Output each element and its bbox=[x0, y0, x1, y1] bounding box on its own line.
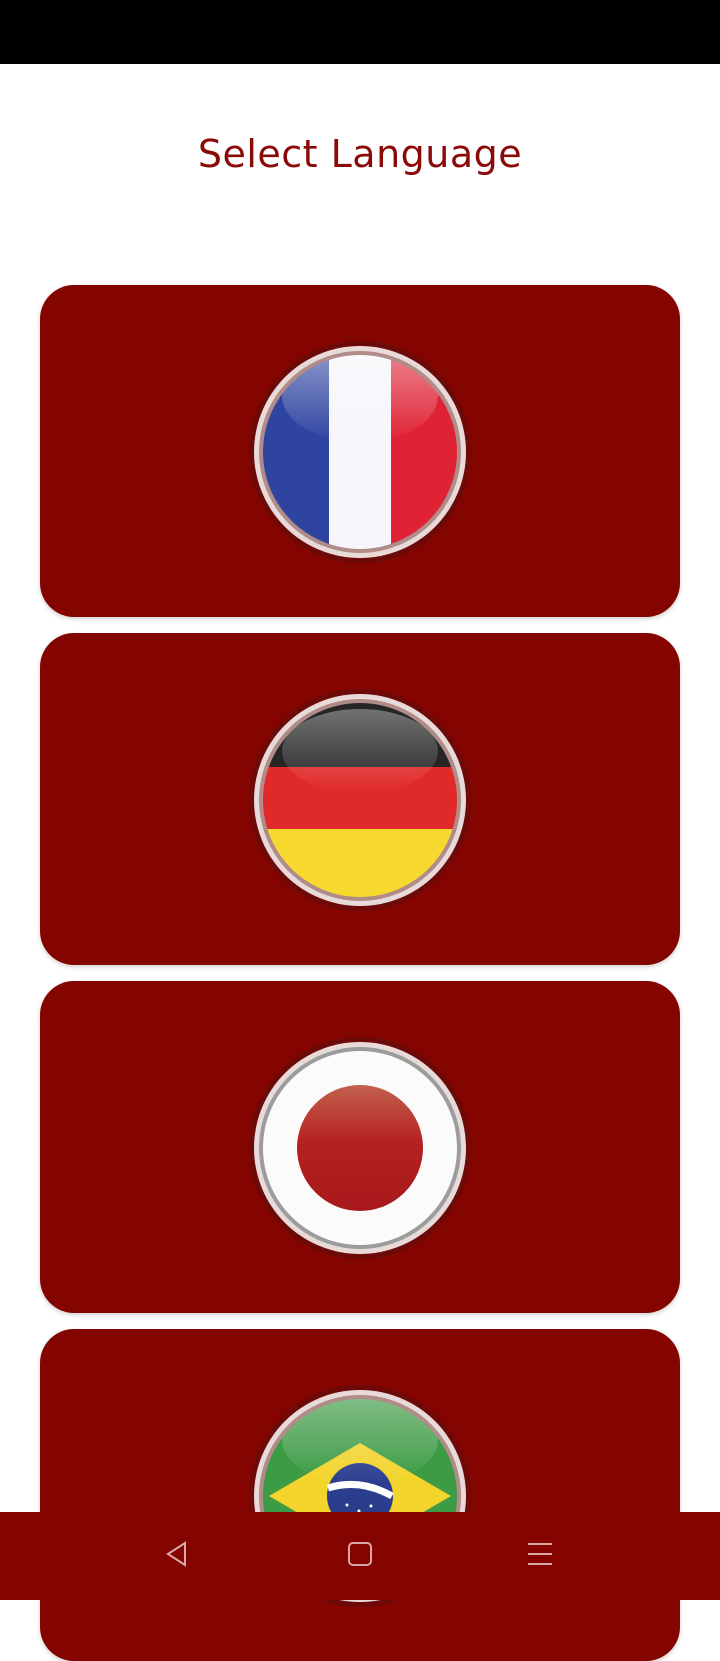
recent-apps-button[interactable] bbox=[516, 1532, 564, 1580]
language-option-japan[interactable] bbox=[40, 981, 680, 1313]
language-option-brazil[interactable] bbox=[40, 1329, 680, 1661]
home-square-icon bbox=[346, 1540, 374, 1572]
menu-lines-icon bbox=[526, 1540, 554, 1572]
germany-flag-icon bbox=[249, 689, 471, 911]
home-button[interactable] bbox=[336, 1532, 384, 1580]
back-button[interactable] bbox=[153, 1532, 201, 1580]
language-option-germany[interactable] bbox=[40, 633, 680, 965]
status-bar bbox=[0, 0, 720, 64]
france-flag-icon bbox=[249, 341, 471, 563]
page-title: Select Language bbox=[197, 132, 523, 176]
back-triangle-icon bbox=[163, 1540, 191, 1572]
japan-flag-icon bbox=[249, 1037, 471, 1259]
language-option-france[interactable] bbox=[40, 285, 680, 617]
system-navigation-bar bbox=[0, 1512, 720, 1600]
